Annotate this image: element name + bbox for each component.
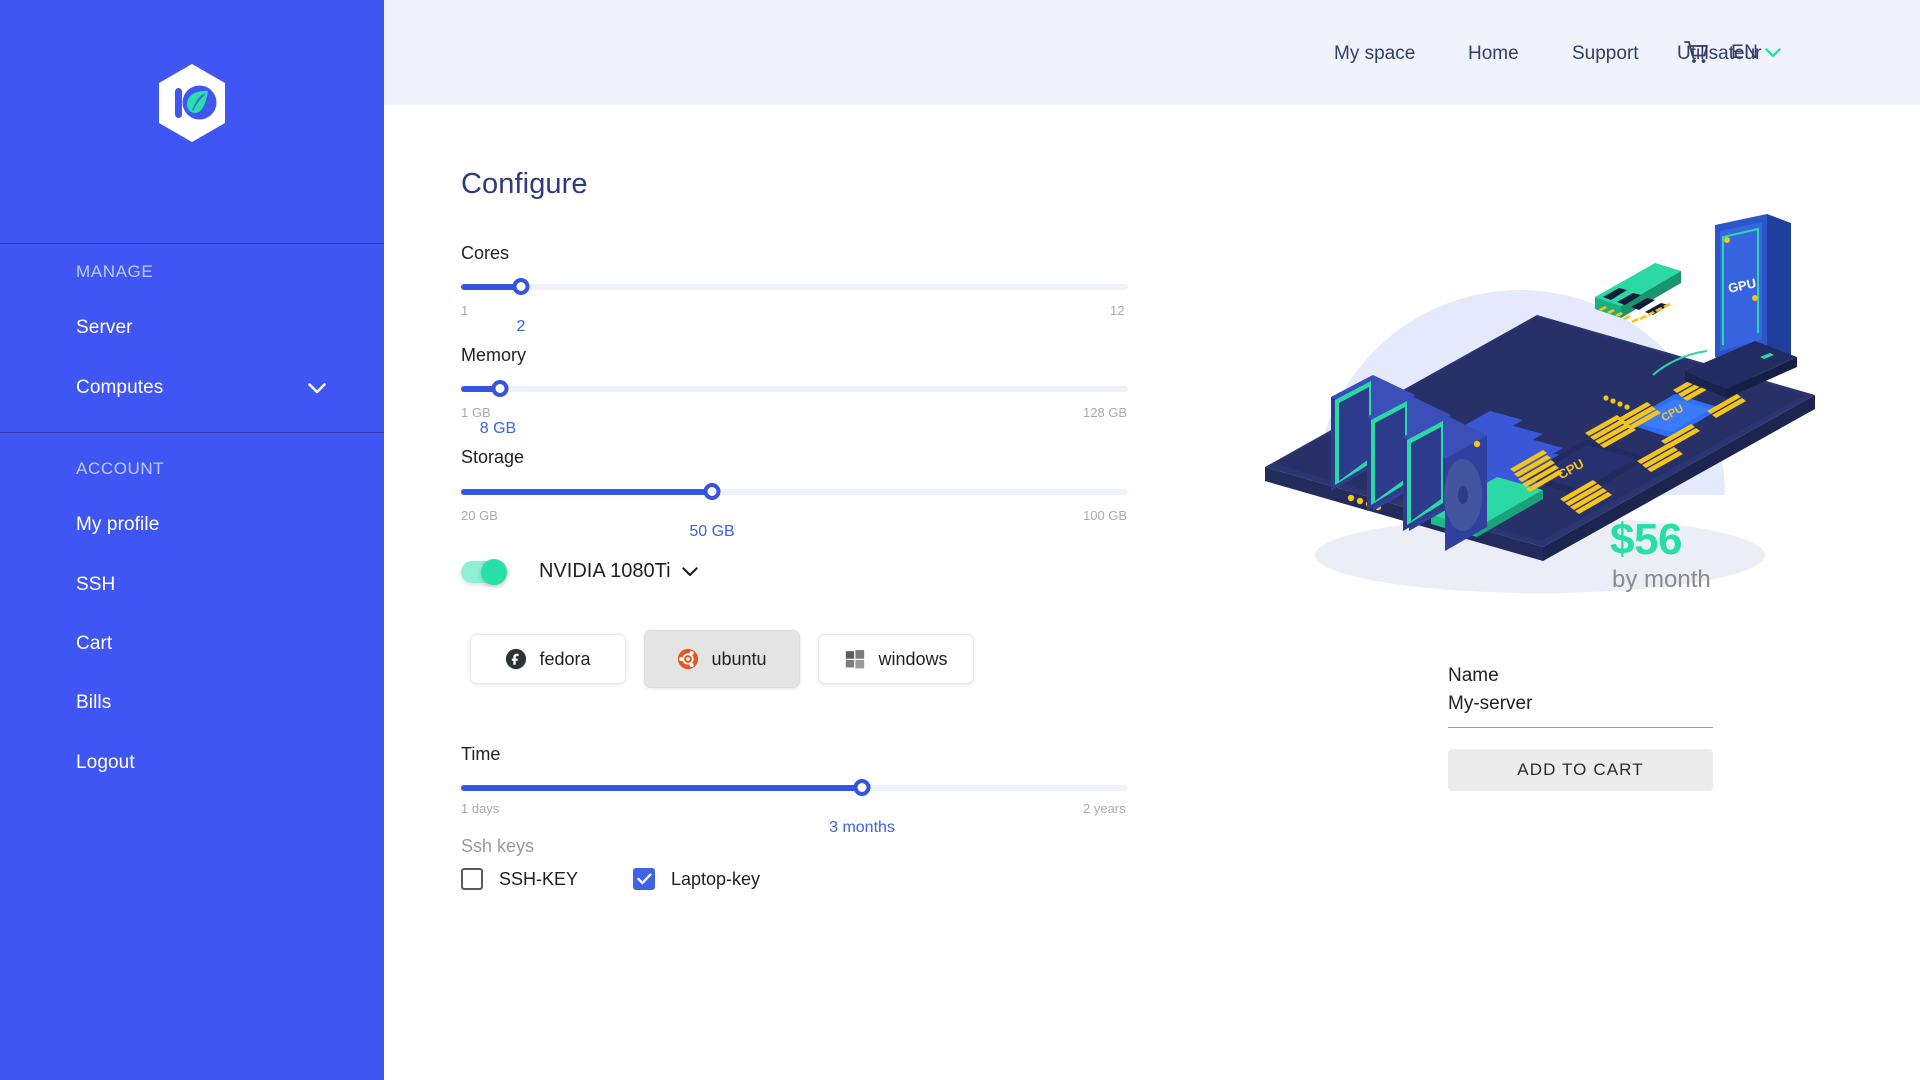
os-selector-group: fedora ubuntu windows bbox=[470, 630, 974, 688]
price-amount: $56 bbox=[1610, 515, 1682, 564]
slider-thumb[interactable] bbox=[491, 380, 509, 397]
sidebar-divider-bottom bbox=[0, 432, 384, 433]
checkbox-ssh-key[interactable] bbox=[461, 868, 483, 890]
sidebar-divider-top bbox=[0, 243, 384, 244]
slider-value-cores: 2 bbox=[516, 318, 526, 335]
toggle-knob bbox=[481, 558, 507, 585]
slider-max-cores: 12 bbox=[1110, 303, 1125, 318]
slider-label-time: Time bbox=[461, 744, 501, 764]
check-icon bbox=[636, 873, 652, 885]
language-label: EN bbox=[1731, 42, 1759, 63]
slider-cores[interactable] bbox=[461, 278, 1128, 295]
sidebar-item-computes-label: Computes bbox=[76, 377, 164, 398]
slider-thumb[interactable] bbox=[512, 278, 530, 295]
sidebar-item-my-profile[interactable]: My profile bbox=[76, 514, 159, 536]
language-selector[interactable]: EN bbox=[1731, 42, 1782, 64]
gpu-toggle-switch[interactable] bbox=[461, 558, 507, 585]
sidebar-item-computes[interactable]: Computes bbox=[76, 377, 308, 399]
ssh-key-label: SSH-KEY bbox=[499, 868, 579, 889]
slider-label-memory: Memory bbox=[461, 345, 527, 365]
os-option-fedora[interactable]: fedora bbox=[470, 634, 626, 684]
slider-time[interactable] bbox=[461, 779, 1128, 796]
os-option-label: ubuntu bbox=[711, 648, 767, 669]
ssh-keys-title: Ssh keys bbox=[461, 836, 535, 856]
nav-link-my-space[interactable]: My space bbox=[1334, 43, 1415, 65]
page-title: Configure bbox=[461, 168, 588, 200]
gpu-name-label: NVIDIA 1080Ti bbox=[539, 560, 671, 582]
fedora-icon bbox=[506, 648, 527, 670]
slider-fill bbox=[461, 489, 712, 495]
sidebar-item-cart[interactable]: Cart bbox=[76, 633, 112, 655]
os-option-label: windows bbox=[878, 648, 948, 669]
slider-value-memory: 8 GB bbox=[479, 420, 517, 437]
page-root: MANAGE Server Computes ACCOUNT My profil… bbox=[0, 0, 1920, 1080]
slider-min-cores: 1 bbox=[461, 303, 469, 318]
name-input-underline bbox=[1448, 727, 1713, 728]
nav-link-home[interactable]: Home bbox=[1468, 43, 1519, 65]
chevron-down-icon bbox=[1765, 48, 1782, 58]
hexagon-leaf-logo bbox=[159, 64, 225, 142]
sidebar-group-manage-title: MANAGE bbox=[76, 262, 154, 281]
slider-max-time: 2 years bbox=[1083, 801, 1126, 816]
server-illustration: CPU CPU GPU bbox=[1265, 214, 1815, 593]
os-option-ubuntu[interactable]: ubuntu bbox=[644, 630, 800, 688]
os-option-windows[interactable]: windows bbox=[818, 634, 974, 684]
sidebar-item-logout[interactable]: Logout bbox=[76, 752, 135, 774]
add-to-cart-button[interactable]: ADD TO CART bbox=[1448, 749, 1713, 791]
sidebar-item-ssh[interactable]: SSH bbox=[76, 574, 115, 596]
chevron-down-icon[interactable] bbox=[308, 383, 326, 394]
top-header: My space Home Support Utilisateur EN bbox=[384, 0, 1920, 105]
os-option-label: fedora bbox=[539, 648, 591, 669]
gpu-selector-row: NVIDIA 1080Ti bbox=[461, 558, 698, 585]
chevron-down-icon[interactable] bbox=[681, 566, 698, 577]
sidebar-item-bills[interactable]: Bills bbox=[76, 692, 111, 714]
slider-min-memory: 1 GB bbox=[461, 405, 491, 420]
slider-value-time: 3 months bbox=[829, 819, 895, 836]
slider-min-storage: 20 GB bbox=[461, 508, 498, 523]
slider-storage[interactable] bbox=[461, 483, 1128, 500]
slider-track[interactable] bbox=[461, 386, 1128, 392]
checkbox-laptop-key[interactable] bbox=[633, 868, 655, 890]
ssh-key-row-laptop-key[interactable]: Laptop-key bbox=[633, 868, 760, 890]
slider-label-storage: Storage bbox=[461, 447, 525, 467]
app-logo[interactable] bbox=[0, 58, 384, 148]
sidebar: MANAGE Server Computes ACCOUNT My profil… bbox=[0, 0, 384, 1080]
slider-track[interactable] bbox=[461, 284, 1128, 290]
shopping-cart-icon[interactable] bbox=[1684, 40, 1710, 66]
sidebar-group-account-title: ACCOUNT bbox=[76, 459, 165, 478]
name-input[interactable]: My-server bbox=[1448, 693, 1532, 715]
price-period: by month bbox=[1612, 566, 1711, 593]
sidebar-item-server[interactable]: Server bbox=[76, 317, 133, 339]
slider-min-time: 1 days bbox=[461, 801, 500, 816]
ssh-key-row-ssh-key[interactable]: SSH-KEY bbox=[461, 868, 578, 890]
windows-icon bbox=[846, 650, 865, 669]
slider-label-cores: Cores bbox=[461, 243, 510, 263]
slider-thumb[interactable] bbox=[703, 483, 721, 500]
slider-value-storage: 50 GB bbox=[689, 523, 735, 540]
slider-memory[interactable] bbox=[461, 380, 1128, 397]
name-field-label: Name bbox=[1448, 665, 1499, 686]
slider-thumb[interactable] bbox=[853, 779, 871, 796]
slider-fill bbox=[461, 785, 862, 791]
nav-link-support[interactable]: Support bbox=[1572, 43, 1639, 65]
ubuntu-icon bbox=[678, 648, 699, 670]
slider-max-memory: 128 GB bbox=[1083, 405, 1128, 420]
slider-max-storage: 100 GB bbox=[1083, 508, 1128, 523]
ssh-key-label: Laptop-key bbox=[671, 868, 761, 889]
